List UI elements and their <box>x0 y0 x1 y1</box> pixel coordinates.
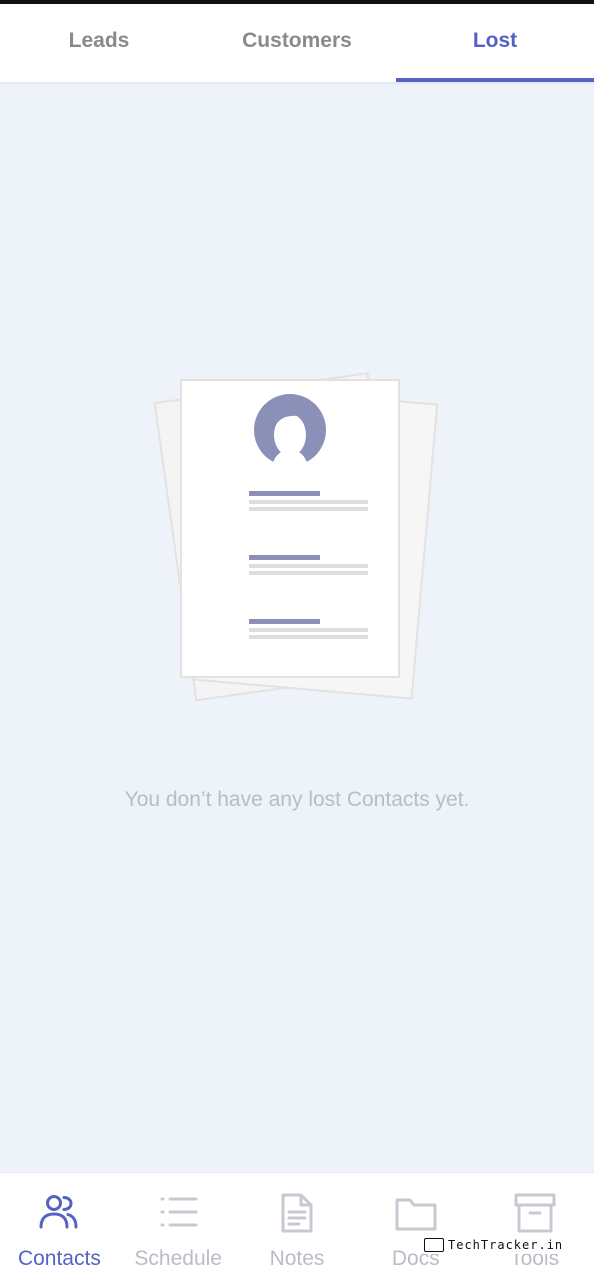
tab-customers[interactable]: Customers <box>198 4 396 82</box>
empty-state-message: You don’t have any lost Contacts yet. <box>124 788 470 811</box>
contact-tabs: Leads Customers Lost <box>0 4 594 82</box>
nav-contacts-label: Contacts <box>17 1247 101 1270</box>
nav-schedule[interactable]: Schedule <box>119 1173 238 1280</box>
list-icon <box>160 1197 198 1227</box>
nav-docs[interactable]: Docs <box>356 1173 475 1280</box>
watermark: TechTracker.in <box>424 1236 564 1254</box>
watermark-text: TechTracker.in <box>448 1238 564 1252</box>
tab-lost[interactable]: Lost <box>396 4 594 82</box>
nav-notes[interactable]: Notes <box>238 1173 357 1280</box>
archive-icon <box>514 1193 556 1233</box>
bottom-navigation: Contacts Schedule Notes Docs Tools <box>0 1172 594 1280</box>
note-icon <box>281 1193 313 1233</box>
nav-notes-label: Notes <box>269 1247 325 1270</box>
app-screen: Leads Customers Lost You don’t have any … <box>0 0 594 1280</box>
nav-contacts[interactable]: Contacts <box>0 1173 119 1280</box>
tab-leads[interactable]: Leads <box>0 4 198 82</box>
contact-documents-illustration <box>150 350 450 710</box>
nav-tools[interactable]: Tools <box>475 1173 594 1280</box>
contacts-icon <box>39 1195 78 1229</box>
watermark-logo-icon <box>424 1238 444 1252</box>
folder-icon <box>395 1198 437 1231</box>
nav-schedule-label: Schedule <box>134 1247 222 1270</box>
